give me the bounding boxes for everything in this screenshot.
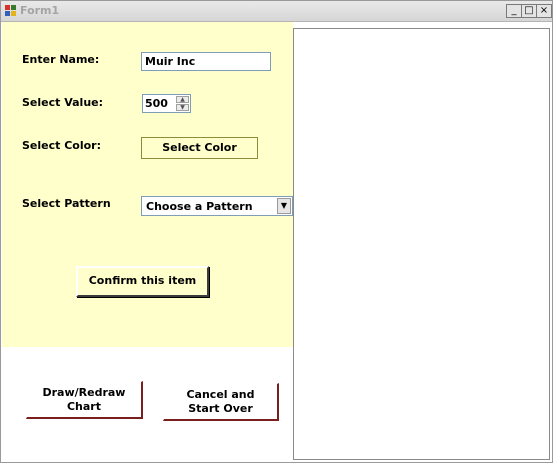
app-icon (5, 5, 16, 16)
chart-display-panel (293, 28, 550, 460)
title-bar[interactable]: Form1 _ □ × (1, 1, 552, 22)
window-title: Form1 (20, 4, 60, 17)
select-color-button[interactable]: Select Color (141, 137, 258, 159)
confirm-item-button[interactable]: Confirm this item (76, 266, 209, 297)
spin-down-icon[interactable]: ▼ (176, 104, 189, 111)
main-window: Form1 _ □ × Enter Name: Select Value: 50… (0, 0, 553, 463)
cancel-button-line1: Cancel and (186, 388, 255, 401)
name-label: Enter Name: (22, 53, 100, 66)
value-stepper[interactable]: 500 ▲ ▼ (142, 94, 191, 113)
maximize-button[interactable]: □ (521, 4, 537, 18)
close-button[interactable]: × (536, 4, 552, 18)
chevron-down-icon[interactable]: ▼ (277, 198, 291, 214)
color-label: Select Color: (22, 139, 102, 152)
pattern-label: Select Pattern (22, 197, 111, 210)
draw-chart-button[interactable]: Draw/Redraw Chart (26, 381, 143, 419)
spin-up-icon[interactable]: ▲ (176, 96, 189, 103)
draw-chart-button-line1: Draw/Redraw (42, 386, 126, 399)
pattern-select[interactable]: Choose a Pattern ▼ (141, 196, 293, 216)
value-label: Select Value: (22, 96, 104, 109)
value-stepper-value: 500 (145, 97, 168, 110)
cancel-start-over-button[interactable]: Cancel and Start Over (163, 383, 279, 421)
cancel-button-line2: Start Over (188, 402, 253, 415)
draw-chart-button-line2: Chart (66, 400, 101, 413)
name-input[interactable] (141, 52, 271, 71)
minimize-button[interactable]: _ (506, 4, 522, 18)
pattern-select-value: Choose a Pattern (146, 200, 253, 213)
